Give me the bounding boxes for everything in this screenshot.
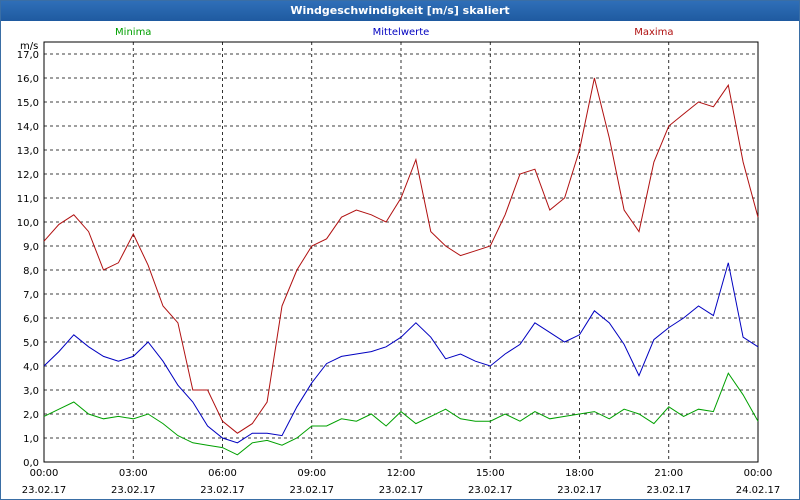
legend: Minima Mittelwerte Maxima — [115, 27, 673, 38]
x-tick-date: 23.02.17 — [111, 485, 156, 496]
x-tick-time: 00:00 — [30, 468, 59, 479]
x-tick-time: 09:00 — [297, 468, 326, 479]
y-tick-label: 11,0 — [17, 194, 39, 205]
line-chart: m/s0,01,02,03,04,05,06,07,08,09,010,011,… — [17, 27, 781, 496]
x-tick-date: 24.02.17 — [736, 485, 781, 496]
x-tick-date: 23.02.17 — [289, 485, 334, 496]
legend-mittelwerte: Mittelwerte — [373, 27, 430, 38]
x-tick-time: 18:00 — [565, 468, 594, 479]
axes: m/s0,01,02,03,04,05,06,07,08,09,010,011,… — [17, 41, 781, 496]
y-tick-label: 2,0 — [23, 410, 39, 421]
x-tick-time: 15:00 — [476, 468, 505, 479]
x-tick-time: 06:00 — [208, 468, 237, 479]
y-tick-label: 7,0 — [23, 290, 39, 301]
x-tick-date: 23.02.17 — [468, 485, 513, 496]
y-tick-label: 15,0 — [17, 98, 39, 109]
x-tick-time: 03:00 — [119, 468, 148, 479]
y-tick-label: 6,0 — [23, 314, 39, 325]
legend-minima: Minima — [115, 27, 151, 38]
y-tick-label: 9,0 — [23, 242, 39, 253]
x-tick-date: 23.02.17 — [22, 485, 67, 496]
y-tick-label: 3,0 — [23, 386, 39, 397]
y-tick-label: 17,0 — [17, 50, 39, 61]
x-tick-date: 23.02.17 — [379, 485, 424, 496]
y-tick-label: 5,0 — [23, 338, 39, 349]
y-tick-label: 8,0 — [23, 266, 39, 277]
x-tick-time: 12:00 — [387, 468, 416, 479]
grid — [44, 42, 758, 462]
legend-maxima: Maxima — [634, 27, 673, 38]
y-tick-label: 1,0 — [23, 434, 39, 445]
x-tick-date: 23.02.17 — [646, 485, 691, 496]
y-tick-label: 13,0 — [17, 146, 39, 157]
x-tick-time: 21:00 — [654, 468, 683, 479]
x-tick-date: 23.02.17 — [200, 485, 245, 496]
y-tick-label: 4,0 — [23, 362, 39, 373]
y-tick-label: 14,0 — [17, 122, 39, 133]
x-tick-date: 23.02.17 — [557, 485, 602, 496]
y-tick-label: 16,0 — [17, 74, 39, 85]
x-tick-time: 00:00 — [744, 468, 773, 479]
y-tick-label: 10,0 — [17, 218, 39, 229]
y-tick-label: 12,0 — [17, 170, 39, 181]
